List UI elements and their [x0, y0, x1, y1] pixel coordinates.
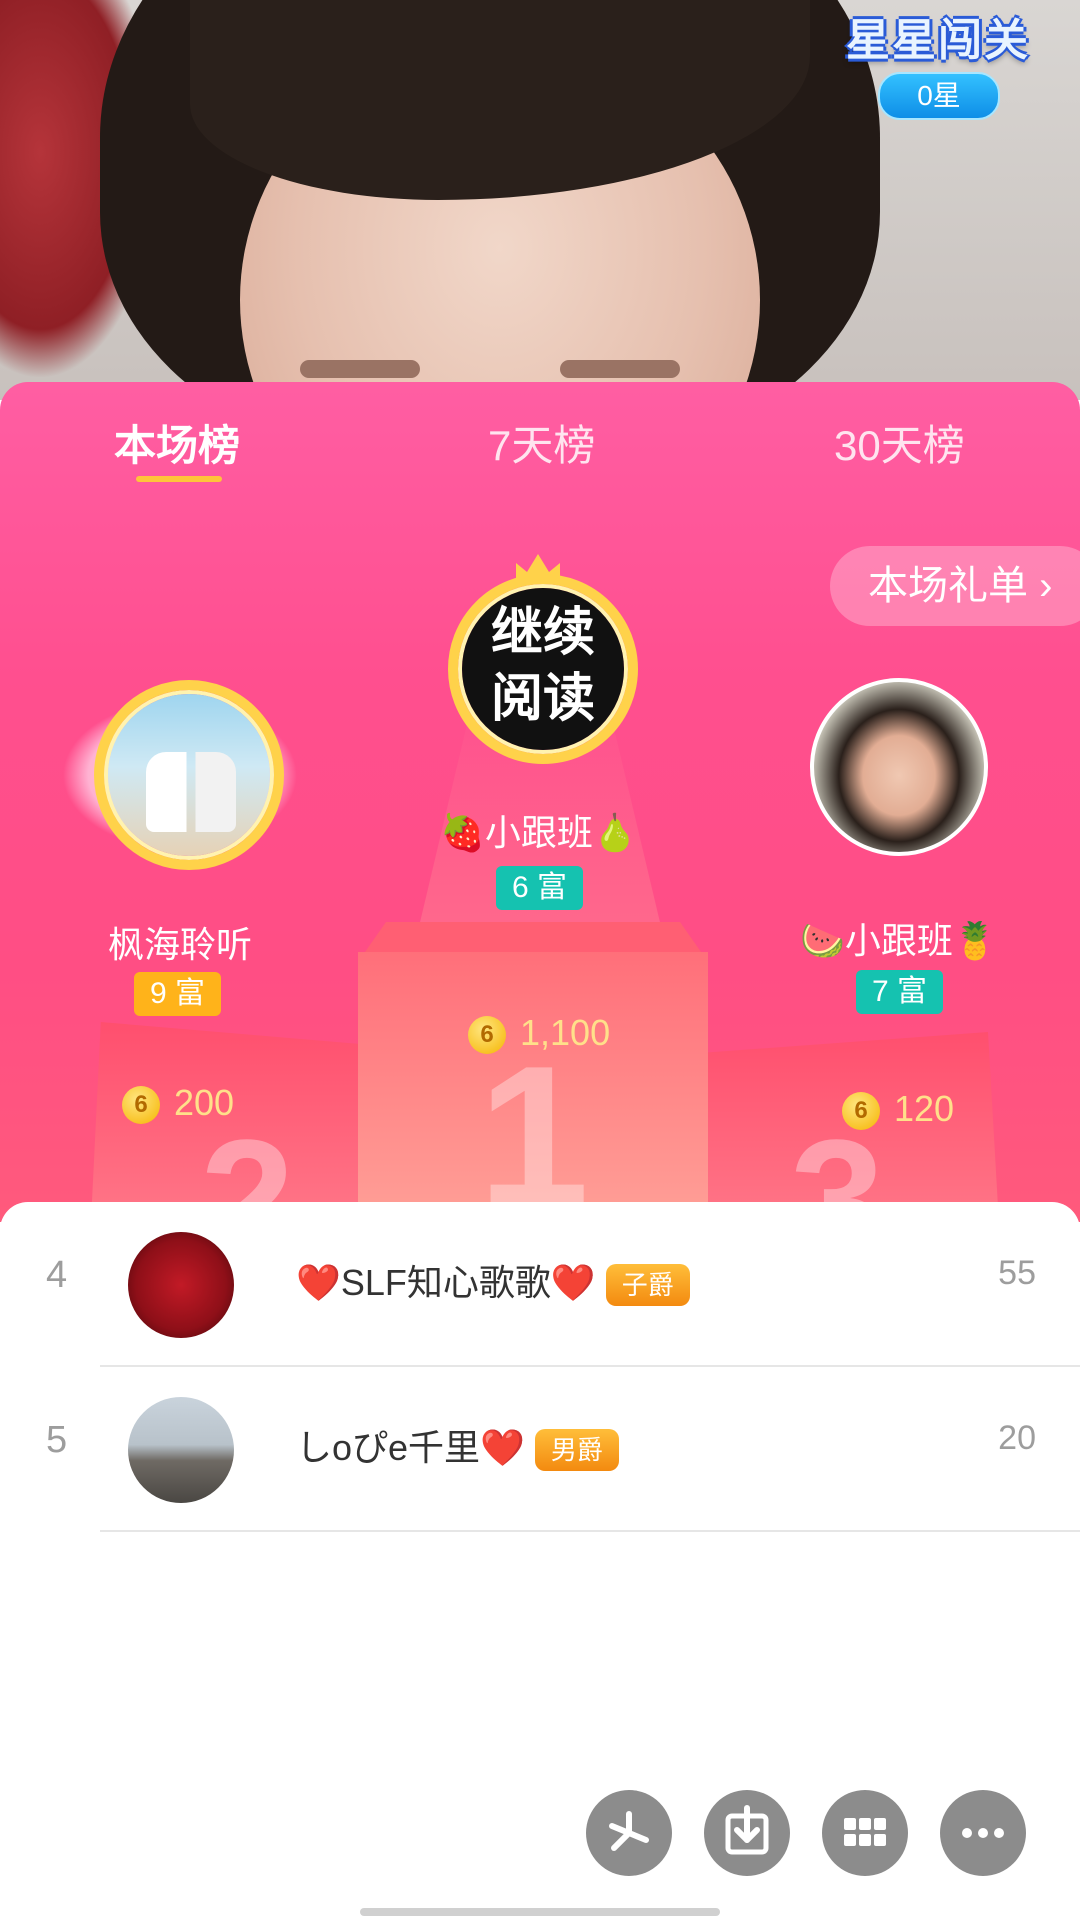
- tab-7-days[interactable]: 7天榜: [488, 412, 595, 473]
- user-score: 20: [998, 1419, 1036, 1457]
- user-name: しoぴe千里❤️ 男爵: [296, 1419, 619, 1472]
- more-glyph: [962, 1828, 1004, 1838]
- user-avatar[interactable]: [128, 1397, 234, 1503]
- third-place-rich-badge: 7 富: [856, 970, 944, 1014]
- third-place-avatar[interactable]: [810, 678, 988, 856]
- streamer-eyebrow-left: [300, 360, 420, 378]
- second-place-coin-value: 200: [174, 1082, 235, 1123]
- tab-this-session[interactable]: 本场榜: [114, 412, 240, 473]
- more-icon[interactable]: [940, 1790, 1026, 1876]
- stars-count-badge[interactable]: 0星: [878, 72, 1000, 120]
- leaderboard-panel: 本场榜 7天榜 30天榜 本场礼单 › 1 2 3 继续 阅读 🍓小跟班🍐 6 …: [0, 382, 1080, 1222]
- rank-number: 5: [46, 1419, 68, 1461]
- first-place-name: 🍓小跟班🍐: [440, 812, 638, 853]
- user-name-text: しoぴe千里❤️: [296, 1427, 525, 1468]
- user-name-text: ❤️SLF知心歌歌❤️: [296, 1262, 596, 1303]
- tab-30-days[interactable]: 30天榜: [834, 412, 965, 473]
- coin-icon: 6: [842, 1092, 880, 1131]
- divider: [100, 1530, 1080, 1532]
- first-place-coins: 6 1,100: [468, 1012, 611, 1055]
- streamer-eyebrow-right: [560, 360, 680, 378]
- pinwheel-icon[interactable]: [586, 1790, 672, 1876]
- first-place-coin-value: 1,100: [520, 1012, 611, 1053]
- leaderboard-tabs: 本场榜 7天榜 30天榜: [0, 412, 1080, 502]
- coin-icon: 6: [468, 1016, 506, 1055]
- crown-icon: [516, 554, 560, 584]
- download-glyph: [725, 1805, 769, 1855]
- download-icon[interactable]: [704, 1790, 790, 1876]
- grid-icon[interactable]: [822, 1790, 908, 1876]
- second-place-couple-figures: [146, 752, 236, 832]
- live-video: 星星闯关 0星: [0, 0, 1080, 400]
- third-place-coin-value: 120: [894, 1088, 955, 1129]
- home-indicator: [360, 1908, 720, 1916]
- active-tab-indicator: [136, 476, 222, 482]
- user-score: 55: [998, 1254, 1036, 1292]
- list-item[interactable]: 5 しoぴe千里❤️ 男爵 20: [0, 1367, 1080, 1532]
- stars-challenge-title[interactable]: 星星闯关: [846, 4, 1030, 68]
- noble-title-badge: 男爵: [534, 1429, 619, 1472]
- second-place-coins: 6 200: [122, 1082, 235, 1125]
- user-avatar[interactable]: [128, 1232, 234, 1338]
- third-place-name: 🍉小跟班🍍: [800, 920, 998, 961]
- second-place-rich-badge: 9 富: [134, 972, 222, 1016]
- rank-number: 4: [46, 1254, 68, 1296]
- pinwheel-glyph: [609, 1811, 649, 1851]
- ranking-list: 4 ❤️SLF知心歌歌❤️ 子爵 55 5 しoぴe千里❤️ 男爵 20: [0, 1202, 1080, 1920]
- third-place-coins: 6 120: [842, 1088, 955, 1131]
- gift-list-button[interactable]: 本场礼单 ›: [830, 546, 1080, 626]
- coin-icon: 6: [122, 1086, 160, 1125]
- list-item[interactable]: 4 ❤️SLF知心歌歌❤️ 子爵 55: [0, 1202, 1080, 1367]
- user-name: ❤️SLF知心歌歌❤️ 子爵: [296, 1254, 690, 1307]
- noble-title-badge: 子爵: [605, 1264, 690, 1307]
- second-place-name: 枫海聆听: [108, 924, 253, 965]
- first-place-rich-badge: 6 富: [496, 866, 584, 910]
- first-place-avatar[interactable]: 继续 阅读: [462, 588, 624, 750]
- grid-glyph: [844, 1818, 886, 1846]
